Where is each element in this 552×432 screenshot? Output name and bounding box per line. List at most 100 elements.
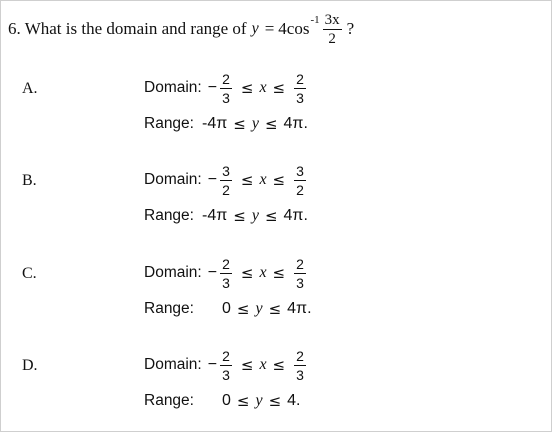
- less-equal-sign: ≤: [268, 392, 282, 410]
- fraction-numerator: 3: [296, 162, 304, 179]
- x-variable: x: [259, 264, 267, 281]
- less-equal-sign: ≤: [233, 207, 246, 225]
- domain-label: Domain:: [144, 356, 202, 373]
- fraction-denominator: 3: [222, 89, 230, 106]
- less-equal-sign: ≤: [272, 79, 286, 97]
- question-text: 6. What is the domain and range of: [8, 19, 247, 38]
- less-equal-sign: ≤: [272, 264, 286, 282]
- range-label: Range:: [144, 207, 194, 224]
- option-b[interactable]: B. Domain: − 3 2 ≤ x ≤ 3 2 Range: -4π ≤ …: [0, 160, 552, 240]
- fraction-numerator: 2: [222, 70, 230, 87]
- fraction-bar: [220, 87, 232, 89]
- x-variable: x: [259, 356, 267, 373]
- domain-row: Domain: − 2 3 ≤ x ≤ 2 3: [144, 253, 309, 293]
- y-variable: y: [251, 207, 259, 224]
- option-d[interactable]: D. Domain: − 2 3 ≤ x ≤ 2 3 Range: 0 ≤ y …: [0, 345, 552, 425]
- less-equal-sign: ≤: [268, 300, 282, 318]
- question-fraction-numerator: 3x: [324, 11, 340, 28]
- option-c[interactable]: C. Domain: − 2 3 ≤ x ≤ 2 3 Range: 0 ≤ y …: [0, 253, 552, 333]
- range-row: Range: 0 ≤ y ≤ 4π.: [144, 297, 312, 321]
- less-equal-sign: ≤: [264, 115, 278, 133]
- negative-sign: −: [207, 264, 218, 281]
- domain-row: Domain: − 2 3 ≤ x ≤ 2 3: [144, 68, 309, 108]
- question-func-name: 4cos: [278, 19, 310, 38]
- range-row: Range: 0 ≤ y ≤ 4.: [144, 389, 301, 413]
- range-row: Range: -4π ≤ y ≤ 4π.: [144, 204, 308, 228]
- question-fraction-denominator: 2: [328, 30, 336, 47]
- fraction-numerator: 2: [222, 347, 230, 364]
- less-equal-sign: ≤: [236, 300, 250, 318]
- less-equal-sign: ≤: [240, 171, 254, 189]
- domain-low-fraction: 3 2: [220, 163, 232, 198]
- question-y-var: y: [251, 20, 259, 37]
- domain-high-fraction: 2 3: [294, 71, 306, 106]
- fraction-denominator: 3: [296, 274, 304, 291]
- domain-row: Domain: − 3 2 ≤ x ≤ 3 2: [144, 160, 309, 200]
- fraction-bar: [294, 179, 306, 181]
- range-label: Range:: [144, 300, 194, 317]
- less-equal-sign: ≤: [240, 356, 254, 374]
- question-fraction: 3x 2: [322, 11, 342, 47]
- less-equal-sign: ≤: [264, 207, 278, 225]
- x-variable: x: [259, 79, 267, 96]
- less-equal-sign: ≤: [272, 356, 286, 374]
- range-low-value: 0: [221, 300, 231, 317]
- range-label: Range:: [144, 115, 194, 132]
- less-equal-sign: ≤: [236, 392, 250, 410]
- option-letter: B.: [22, 172, 37, 189]
- fraction-bar: [294, 364, 306, 366]
- question: 6. What is the domain and range of y = 4…: [8, 4, 354, 54]
- range-high-value: 4.: [287, 392, 301, 409]
- domain-row: Domain: − 2 3 ≤ x ≤ 2 3: [144, 345, 309, 385]
- domain-low-fraction: 2 3: [220, 256, 232, 291]
- fraction-denominator: 2: [296, 181, 304, 198]
- range-low-value: -4π: [201, 207, 228, 224]
- less-equal-sign: ≤: [233, 115, 246, 133]
- domain-label: Domain:: [144, 79, 202, 96]
- less-equal-sign: ≤: [240, 264, 254, 282]
- fraction-numerator: 3: [222, 162, 230, 179]
- domain-high-fraction: 2 3: [294, 348, 306, 383]
- fraction-numerator: 2: [296, 70, 304, 87]
- range-high-value: 4π.: [287, 300, 312, 317]
- fraction-numerator: 2: [296, 347, 304, 364]
- negative-sign: −: [207, 356, 218, 373]
- x-variable: x: [259, 171, 267, 188]
- negative-sign: −: [207, 79, 218, 96]
- fraction-bar: [220, 272, 232, 274]
- negative-sign: −: [207, 171, 218, 188]
- fraction-bar: [322, 28, 342, 30]
- y-variable: y: [251, 115, 259, 132]
- domain-low-fraction: 2 3: [220, 71, 232, 106]
- y-variable: y: [255, 392, 263, 409]
- question-function: 4cos -1: [278, 14, 319, 39]
- fraction-bar: [294, 87, 306, 89]
- option-letter: A.: [22, 80, 38, 97]
- fraction-denominator: 3: [296, 366, 304, 383]
- range-high-value: 4π.: [283, 115, 308, 132]
- domain-high-fraction: 2 3: [294, 256, 306, 291]
- option-a[interactable]: A. Domain: − 2 3 ≤ x ≤ 2 3 Range: -4π ≤ …: [0, 68, 552, 148]
- less-equal-sign: ≤: [272, 171, 286, 189]
- question-mark: ?: [346, 19, 355, 38]
- range-high-value: 4π.: [283, 207, 308, 224]
- domain-label: Domain:: [144, 171, 202, 188]
- fraction-bar: [220, 364, 232, 366]
- question-func-superscript: -1: [310, 14, 320, 26]
- range-row: Range: -4π ≤ y ≤ 4π.: [144, 112, 308, 136]
- option-letter: C.: [22, 265, 37, 282]
- question-equals: =: [264, 19, 275, 38]
- fraction-denominator: 3: [222, 366, 230, 383]
- fraction-denominator: 3: [296, 89, 304, 106]
- fraction-numerator: 2: [222, 255, 230, 272]
- y-variable: y: [255, 300, 263, 317]
- domain-low-fraction: 2 3: [220, 348, 232, 383]
- less-equal-sign: ≤: [240, 79, 254, 97]
- fraction-denominator: 3: [222, 274, 230, 291]
- fraction-denominator: 2: [222, 181, 230, 198]
- fraction-bar: [220, 179, 232, 181]
- option-letter: D.: [22, 357, 38, 374]
- fraction-numerator: 2: [296, 255, 304, 272]
- range-label: Range:: [144, 392, 194, 409]
- range-low-value: -4π: [201, 115, 228, 132]
